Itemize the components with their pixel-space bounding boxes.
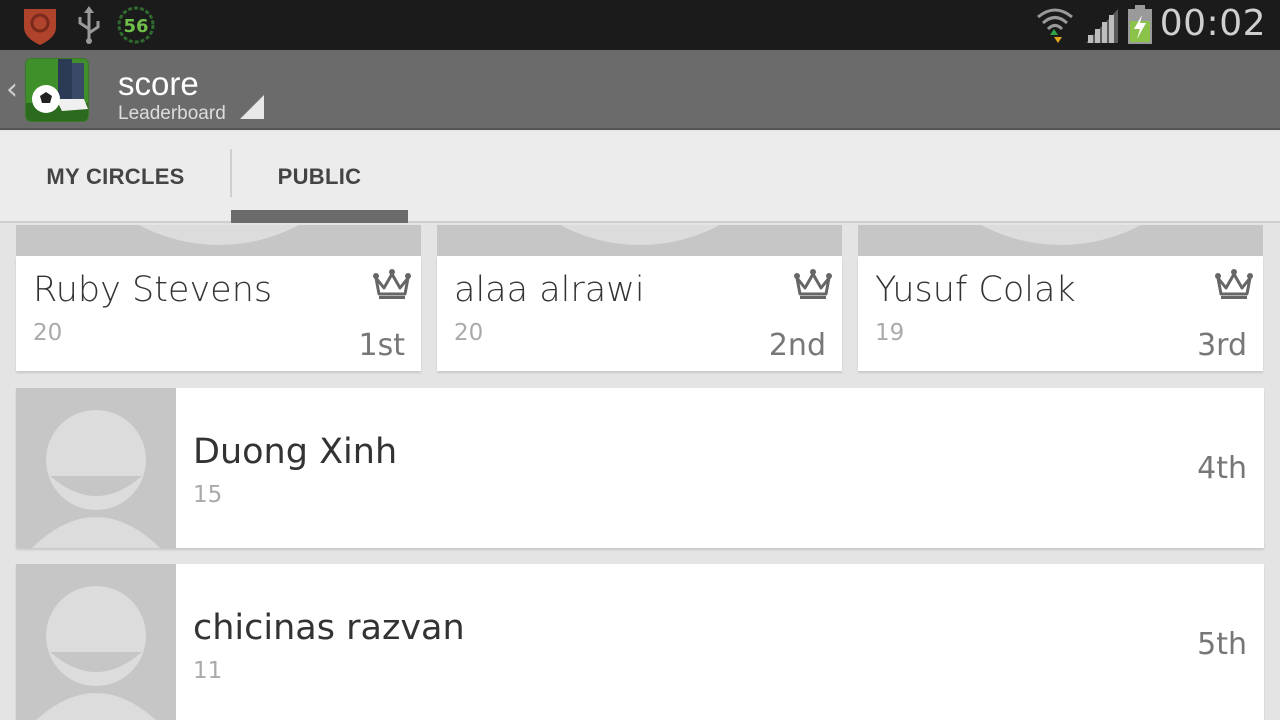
shield-icon [20,5,60,49]
action-bar: ‹ score Leaderboard [0,50,1280,130]
player-rank: 1st [358,328,405,363]
player-rank: 4th [1197,451,1247,486]
avatar [437,225,842,256]
player-rank: 5th [1197,627,1247,662]
player-score: 19 [875,320,905,346]
player-row-5[interactable]: chicinas razvan 11 5th [16,564,1264,720]
crown-icon [794,268,832,304]
crown-icon [1215,268,1253,304]
leaderboard-list[interactable]: Ruby Stevens 20 1st alaa alrawi 20 2nd Y… [0,225,1280,720]
player-name: chicinas razvan [193,608,465,648]
leader-card-2[interactable]: alaa alrawi 20 2nd [437,225,842,371]
wifi-icon [1036,5,1074,49]
player-score: 20 [33,320,63,346]
usb-icon [74,5,104,49]
back-chevron-icon[interactable]: ‹ [6,72,18,107]
player-rank: 3rd [1197,328,1247,363]
avatar [16,388,176,548]
avatar [858,225,1263,256]
avatar [16,564,176,720]
battery-level-label: 56 [123,16,148,37]
tab-my-circles[interactable]: MY CIRCLES [0,131,231,223]
battery-level-icon: 56 [116,5,156,49]
player-row-4[interactable]: Duong Xinh 15 4th [16,388,1264,548]
app-subtitle[interactable]: Leaderboard [118,103,226,125]
player-name: Duong Xinh [193,432,398,472]
app-logo-icon[interactable] [25,58,89,122]
status-time: 00:02 [1159,3,1266,44]
player-rank: 2nd [768,328,826,363]
tab-bar: MY CIRCLES PUBLIC [0,131,1280,223]
signal-icon [1084,5,1120,49]
tab-selected-indicator [231,210,408,223]
player-name: Ruby Stevens [33,270,273,310]
dropdown-triangle-icon[interactable] [240,95,264,119]
player-name: Yusuf Colak [875,270,1076,310]
battery-charging-icon [1126,5,1154,49]
crown-icon [373,268,411,304]
player-score: 15 [193,482,223,508]
player-score: 11 [193,658,223,684]
avatar [16,225,421,256]
leader-card-1[interactable]: Ruby Stevens 20 1st [16,225,421,371]
status-bar: 56 00:02 [0,0,1280,50]
leader-card-3[interactable]: Yusuf Colak 19 3rd [858,225,1263,371]
player-name: alaa alrawi [454,270,645,310]
player-score: 20 [454,320,484,346]
app-title: score [118,65,199,102]
